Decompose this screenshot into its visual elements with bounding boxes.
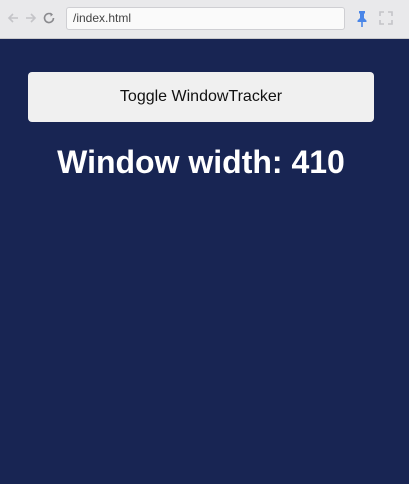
window-width-value: 410 [291, 144, 345, 180]
arrow-left-icon [7, 13, 18, 23]
toggle-windowtracker-button[interactable]: Toggle WindowTracker [28, 72, 374, 122]
window-width-heading: Window width: 410 [0, 141, 402, 183]
pin-icon [357, 11, 367, 27]
pin-button[interactable] [354, 10, 370, 28]
forward-arrow-icon[interactable] [23, 9, 39, 27]
reload-icon [43, 12, 55, 24]
fullscreen-icon [379, 11, 393, 25]
browser-toolbar: /index.html [0, 0, 409, 39]
arrow-right-icon [26, 13, 37, 23]
address-bar[interactable]: /index.html [66, 7, 345, 30]
page: /index.html Toggle WindowTracker Window … [0, 0, 409, 484]
back-arrow-icon[interactable] [5, 9, 21, 27]
fullscreen-button[interactable] [379, 11, 393, 25]
window-width-label: Window width: [57, 144, 283, 180]
url-text: /index.html [73, 11, 132, 25]
reload-button[interactable] [41, 9, 57, 27]
